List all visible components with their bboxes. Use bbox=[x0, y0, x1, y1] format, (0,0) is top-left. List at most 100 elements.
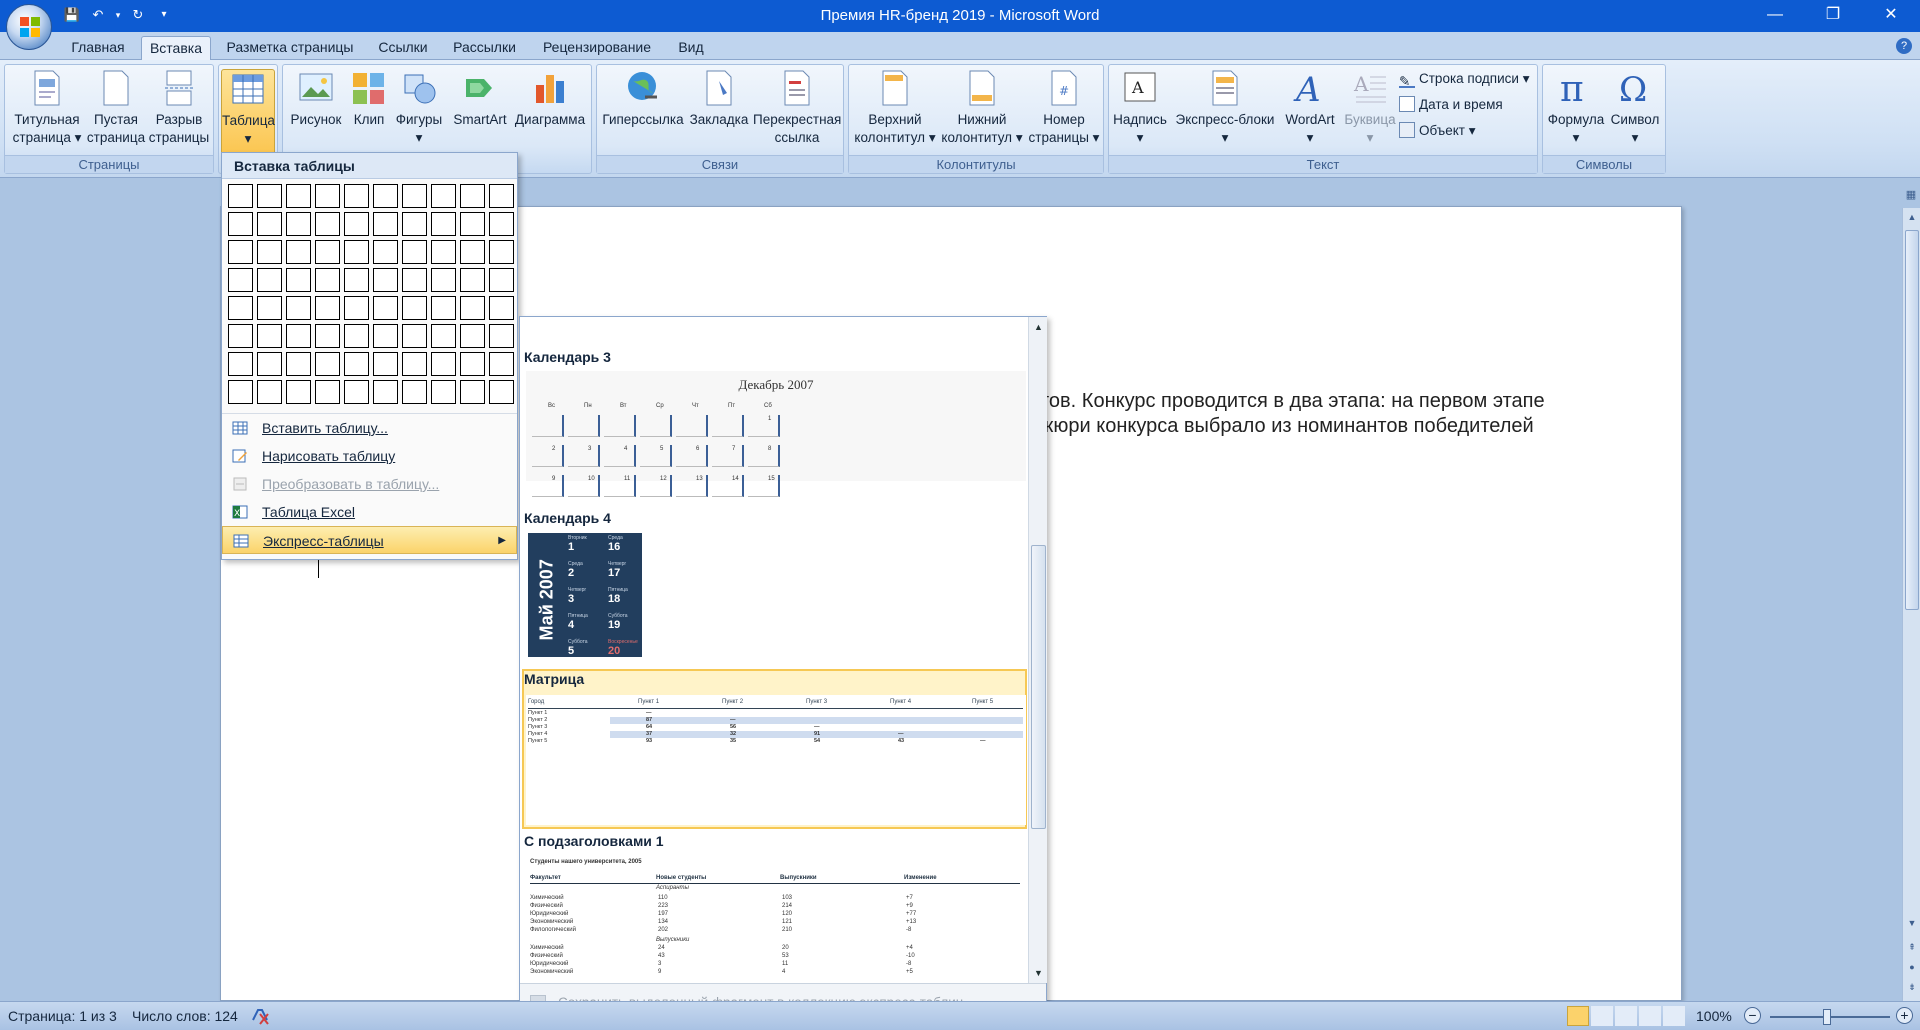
table-grid-cell[interactable] bbox=[286, 296, 311, 320]
office-button[interactable] bbox=[6, 4, 52, 50]
smartart-button[interactable]: SmartArt bbox=[449, 69, 511, 129]
table-grid-cell[interactable] bbox=[315, 240, 340, 264]
chart-button[interactable]: Диаграмма bbox=[513, 69, 587, 129]
footer-button[interactable]: Нижний колонтитул ▾ bbox=[939, 69, 1025, 147]
table-grid-cell[interactable] bbox=[402, 268, 427, 292]
hyperlink-button[interactable]: Гиперссылка bbox=[601, 69, 685, 129]
table-grid-cell[interactable] bbox=[489, 324, 514, 348]
table-grid-cell[interactable] bbox=[402, 352, 427, 376]
table-grid-cell[interactable] bbox=[286, 324, 311, 348]
table-grid-cell[interactable] bbox=[228, 240, 253, 264]
table-grid-cell[interactable] bbox=[257, 268, 282, 292]
tab-references[interactable]: Ссылки bbox=[370, 36, 436, 60]
cross-reference-button[interactable]: Перекрестная ссылка bbox=[753, 69, 841, 147]
tab-view[interactable]: Вид bbox=[670, 36, 712, 60]
table-grid-cell[interactable] bbox=[344, 212, 369, 236]
table-grid-cell[interactable] bbox=[489, 212, 514, 236]
quick-parts-button[interactable]: Экспресс-блоки ▾ bbox=[1171, 69, 1279, 147]
zoom-out-button[interactable]: − bbox=[1744, 1007, 1761, 1024]
symbol-button[interactable]: Ω Символ ▾ bbox=[1607, 69, 1663, 147]
table-grid-cell[interactable] bbox=[228, 380, 253, 404]
view-ruler-icon[interactable]: ▦ bbox=[1902, 188, 1920, 206]
table-grid-cell[interactable] bbox=[431, 268, 456, 292]
table-grid-cell[interactable] bbox=[344, 324, 369, 348]
table-grid-cell[interactable] bbox=[315, 324, 340, 348]
table-grid-cell[interactable] bbox=[373, 296, 398, 320]
table-grid-cell[interactable] bbox=[373, 324, 398, 348]
table-grid-cell[interactable] bbox=[402, 324, 427, 348]
table-grid-cell[interactable] bbox=[344, 240, 369, 264]
shapes-button[interactable]: Фигуры ▾ bbox=[393, 69, 445, 147]
table-grid-cell[interactable] bbox=[460, 268, 485, 292]
wordart-button[interactable]: A WordArt ▾ bbox=[1279, 69, 1341, 147]
draft-icon[interactable] bbox=[1663, 1006, 1685, 1026]
table-grid-cell[interactable] bbox=[344, 296, 369, 320]
proofing-icon[interactable] bbox=[250, 1006, 272, 1026]
tab-page-layout[interactable]: Разметка страницы bbox=[222, 36, 358, 60]
draw-table-item[interactable]: Нарисовать таблицу bbox=[222, 442, 517, 470]
scroll-up-icon[interactable]: ▲ bbox=[1029, 319, 1048, 335]
table-grid-cell[interactable] bbox=[489, 296, 514, 320]
table-grid-cell[interactable] bbox=[431, 184, 456, 208]
table-grid-cell[interactable] bbox=[431, 296, 456, 320]
table-grid-cell[interactable] bbox=[402, 296, 427, 320]
zoom-slider-thumb[interactable] bbox=[1823, 1009, 1831, 1025]
table-grid-cell[interactable] bbox=[315, 352, 340, 376]
table-grid-cell[interactable] bbox=[460, 352, 485, 376]
convert-to-table-item[interactable]: Преобразовать в таблицу... bbox=[222, 470, 517, 498]
table-grid-cell[interactable] bbox=[286, 212, 311, 236]
table-grid-cell[interactable] bbox=[257, 380, 282, 404]
insert-table-item[interactable]: Вставить таблицу... bbox=[222, 414, 517, 442]
table-grid-cell[interactable] bbox=[431, 380, 456, 404]
table-grid-cell[interactable] bbox=[489, 352, 514, 376]
page-break-button[interactable]: Разрыв страницы bbox=[147, 69, 211, 147]
table-grid-cell[interactable] bbox=[228, 296, 253, 320]
table-grid-cell[interactable] bbox=[373, 240, 398, 264]
table-grid-cell[interactable] bbox=[228, 268, 253, 292]
outline-icon[interactable] bbox=[1639, 1006, 1661, 1026]
table-grid-cell[interactable] bbox=[286, 184, 311, 208]
table-grid-cell[interactable] bbox=[286, 240, 311, 264]
zoom-in-button[interactable]: + bbox=[1896, 1007, 1913, 1024]
table-grid-cell[interactable] bbox=[373, 184, 398, 208]
table-button[interactable]: Таблица ▾ bbox=[221, 69, 275, 157]
table-grid-cell[interactable] bbox=[373, 380, 398, 404]
table-grid-cell[interactable] bbox=[257, 324, 282, 348]
matrix-preview[interactable]: Город Пункт 1 Пункт 2 Пункт 3 Пункт 4 Пункт 5… bbox=[526, 695, 1026, 825]
vertical-scrollbar[interactable]: ▲ ▼ ⇞ ● ⇟ bbox=[1902, 208, 1920, 1001]
table-grid-cell[interactable] bbox=[228, 324, 253, 348]
table-grid-cell[interactable] bbox=[431, 324, 456, 348]
scroll-thumb[interactable] bbox=[1905, 230, 1919, 610]
drop-cap-button[interactable]: A Буквица ▾ bbox=[1341, 69, 1399, 147]
browse-object-icon[interactable]: ● bbox=[1905, 960, 1919, 974]
table-grid-cell[interactable] bbox=[402, 184, 427, 208]
scroll-thumb[interactable] bbox=[1031, 545, 1046, 829]
table-grid-cell[interactable] bbox=[431, 352, 456, 376]
table-grid-cell[interactable] bbox=[402, 240, 427, 264]
table-grid-cell[interactable] bbox=[228, 212, 253, 236]
table-size-grid[interactable] bbox=[228, 184, 514, 404]
table-grid-cell[interactable] bbox=[402, 212, 427, 236]
table-grid-cell[interactable] bbox=[257, 352, 282, 376]
signature-line-button[interactable]: ✎ Строка подписи ▾ bbox=[1399, 69, 1529, 91]
table-grid-cell[interactable] bbox=[460, 324, 485, 348]
document-text[interactable]: тов. Конкурс проводится в два этапа: на … bbox=[1040, 389, 1585, 439]
minimize-button[interactable]: — bbox=[1746, 0, 1804, 32]
table-grid-cell[interactable] bbox=[257, 296, 282, 320]
table-grid-cell[interactable] bbox=[315, 296, 340, 320]
page-count[interactable]: Страница: 1 из 3 bbox=[8, 1008, 117, 1024]
textbox-button[interactable]: A Надпись ▾ bbox=[1111, 69, 1169, 147]
table-grid-cell[interactable] bbox=[286, 380, 311, 404]
table-grid-cell[interactable] bbox=[228, 352, 253, 376]
table-grid-cell[interactable] bbox=[344, 352, 369, 376]
table-grid-cell[interactable] bbox=[315, 212, 340, 236]
subheadings-preview[interactable]: Студенты нашего университета, 2005 Факул… bbox=[526, 855, 1026, 981]
calendar3-preview[interactable]: Декабрь 2007 Вс Пн Вт Ср Чт Пт Сб 1 2 3 4 5 6 7 8 9 10 11… bbox=[526, 371, 1026, 497]
table-grid-cell[interactable] bbox=[344, 268, 369, 292]
date-time-button[interactable]: Дата и время bbox=[1399, 95, 1503, 117]
word-count[interactable]: Число слов: 124 bbox=[132, 1008, 238, 1024]
table-grid-cell[interactable] bbox=[373, 212, 398, 236]
table-grid-cell[interactable] bbox=[315, 184, 340, 208]
table-grid-cell[interactable] bbox=[431, 240, 456, 264]
excel-table-item[interactable]: X Таблица Excel bbox=[222, 498, 517, 526]
